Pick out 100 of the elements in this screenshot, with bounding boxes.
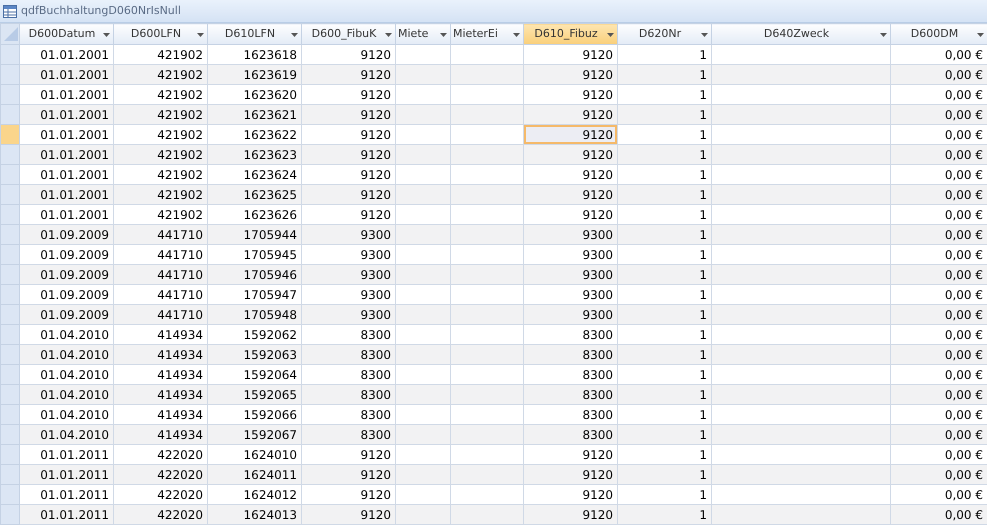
table-cell: 9120 bbox=[524, 144, 618, 164]
row-selector[interactable] bbox=[0, 104, 20, 124]
table-cell: 1705946 bbox=[208, 264, 302, 284]
row-selector[interactable] bbox=[0, 484, 20, 504]
table-cell: 1 bbox=[618, 224, 712, 244]
table-cell: 9300 bbox=[524, 304, 618, 324]
table-cell: 01.04.2010 bbox=[20, 424, 114, 444]
table-cell: 1592063 bbox=[208, 344, 302, 364]
dropdown-arrow-icon[interactable] bbox=[103, 33, 110, 37]
table-cell: 1 bbox=[618, 64, 712, 84]
row-selector[interactable] bbox=[0, 424, 20, 444]
row-selector[interactable] bbox=[0, 44, 20, 64]
table-cell: 9120 bbox=[524, 104, 618, 124]
row-selector[interactable] bbox=[0, 184, 20, 204]
row-selector[interactable] bbox=[0, 344, 20, 364]
row-selector[interactable] bbox=[0, 164, 20, 184]
row-selector[interactable] bbox=[0, 284, 20, 304]
table-cell: 9120 bbox=[524, 184, 618, 204]
row-selector[interactable] bbox=[0, 64, 20, 84]
column-header[interactable]: MieterEi bbox=[450, 24, 524, 44]
column-header[interactable]: D600_FibuK bbox=[302, 24, 396, 44]
table-cell: 9300 bbox=[302, 224, 396, 244]
column-header[interactable]: D600LFN bbox=[114, 24, 208, 44]
table-cell: 0,00 € bbox=[890, 64, 987, 84]
table-cell: 441710 bbox=[114, 304, 208, 324]
table-cell: 9120 bbox=[302, 464, 396, 484]
table-cell: 1 bbox=[618, 264, 712, 284]
dropdown-arrow-icon[interactable] bbox=[440, 33, 447, 37]
row-selector[interactable] bbox=[0, 84, 20, 104]
column-header[interactable]: D620Nr bbox=[618, 24, 712, 44]
table-cell: 8300 bbox=[524, 384, 618, 404]
row-selector[interactable] bbox=[0, 244, 20, 264]
table-cell: 0,00 € bbox=[890, 344, 987, 364]
table-cell: 414934 bbox=[114, 384, 208, 404]
table-cell: 9120 bbox=[302, 104, 396, 124]
table-cell: 1 bbox=[618, 424, 712, 444]
table-cell: 1 bbox=[618, 304, 712, 324]
column-header[interactable]: D600Datum bbox=[20, 24, 114, 44]
table-cell: 01.01.2011 bbox=[20, 464, 114, 484]
dropdown-arrow-icon[interactable] bbox=[977, 33, 984, 37]
table-cell: 9120 bbox=[302, 504, 396, 524]
table-cell: 8300 bbox=[302, 424, 396, 444]
table-cell: 414934 bbox=[114, 424, 208, 444]
table-cell: 1 bbox=[618, 104, 712, 124]
row-selector[interactable] bbox=[0, 304, 20, 324]
table-cell: 9120 bbox=[524, 64, 618, 84]
table-cell: 441710 bbox=[114, 264, 208, 284]
dropdown-arrow-icon[interactable] bbox=[701, 33, 708, 37]
table-cell: 1623623 bbox=[208, 144, 302, 164]
table-cell: 9300 bbox=[302, 304, 396, 324]
table-cell: 422020 bbox=[114, 504, 208, 524]
row-selector[interactable] bbox=[0, 324, 20, 344]
table-cell: 1705944 bbox=[208, 224, 302, 244]
row-selector[interactable] bbox=[0, 384, 20, 404]
table-cell: 9300 bbox=[302, 264, 396, 284]
table-cell: 0,00 € bbox=[890, 464, 987, 484]
table-cell: 01.01.2001 bbox=[20, 64, 114, 84]
table-cell: 9300 bbox=[524, 224, 618, 244]
row-selector[interactable] bbox=[0, 224, 20, 244]
row-selector[interactable] bbox=[0, 124, 20, 144]
table-cell: 1 bbox=[618, 464, 712, 484]
table-cell: 9120 bbox=[302, 144, 396, 164]
table-cell: 1 bbox=[618, 144, 712, 164]
table-cell: 8300 bbox=[302, 384, 396, 404]
table-cell: 0,00 € bbox=[890, 264, 987, 284]
table-cell: 0,00 € bbox=[890, 424, 987, 444]
dropdown-arrow-icon[interactable] bbox=[385, 33, 392, 37]
column-header[interactable]: D610_Fibuz bbox=[524, 24, 618, 44]
table-cell: 9120 bbox=[302, 184, 396, 204]
dropdown-arrow-icon[interactable] bbox=[291, 33, 298, 37]
row-selector[interactable] bbox=[0, 504, 20, 524]
row-selector[interactable] bbox=[0, 444, 20, 464]
table-cell: 421902 bbox=[114, 144, 208, 164]
table-cell: 8300 bbox=[524, 344, 618, 364]
table-cell: 1623619 bbox=[208, 64, 302, 84]
table-cell: 01.09.2009 bbox=[20, 304, 114, 324]
row-selector[interactable] bbox=[0, 464, 20, 484]
dropdown-arrow-icon[interactable] bbox=[607, 33, 614, 37]
table-cell: 1 bbox=[618, 384, 712, 404]
table-cell: 1 bbox=[618, 344, 712, 364]
table-cell: 1592065 bbox=[208, 384, 302, 404]
table-cell: 9120 bbox=[302, 64, 396, 84]
column-header[interactable]: D640Zweck bbox=[712, 24, 890, 44]
table-cell: 1623625 bbox=[208, 184, 302, 204]
row-selector[interactable] bbox=[0, 364, 20, 384]
row-selector[interactable] bbox=[0, 264, 20, 284]
row-selector[interactable] bbox=[0, 204, 20, 224]
datasheet-icon bbox=[3, 4, 17, 18]
window-title: qdfBuchhaltungD060NrIsNull bbox=[21, 2, 181, 19]
table-cell: 1623621 bbox=[208, 104, 302, 124]
table-cell: 421902 bbox=[114, 104, 208, 124]
dropdown-arrow-icon[interactable] bbox=[513, 33, 520, 37]
column-header[interactable]: D610LFN bbox=[208, 24, 302, 44]
row-selector[interactable] bbox=[0, 144, 20, 164]
column-header[interactable]: Miete bbox=[396, 24, 450, 44]
dropdown-arrow-icon[interactable] bbox=[197, 33, 204, 37]
dropdown-arrow-icon[interactable] bbox=[880, 33, 887, 37]
table-cell: 01.01.2011 bbox=[20, 504, 114, 524]
column-header[interactable]: D600DM bbox=[890, 24, 987, 44]
row-selector[interactable] bbox=[0, 404, 20, 424]
